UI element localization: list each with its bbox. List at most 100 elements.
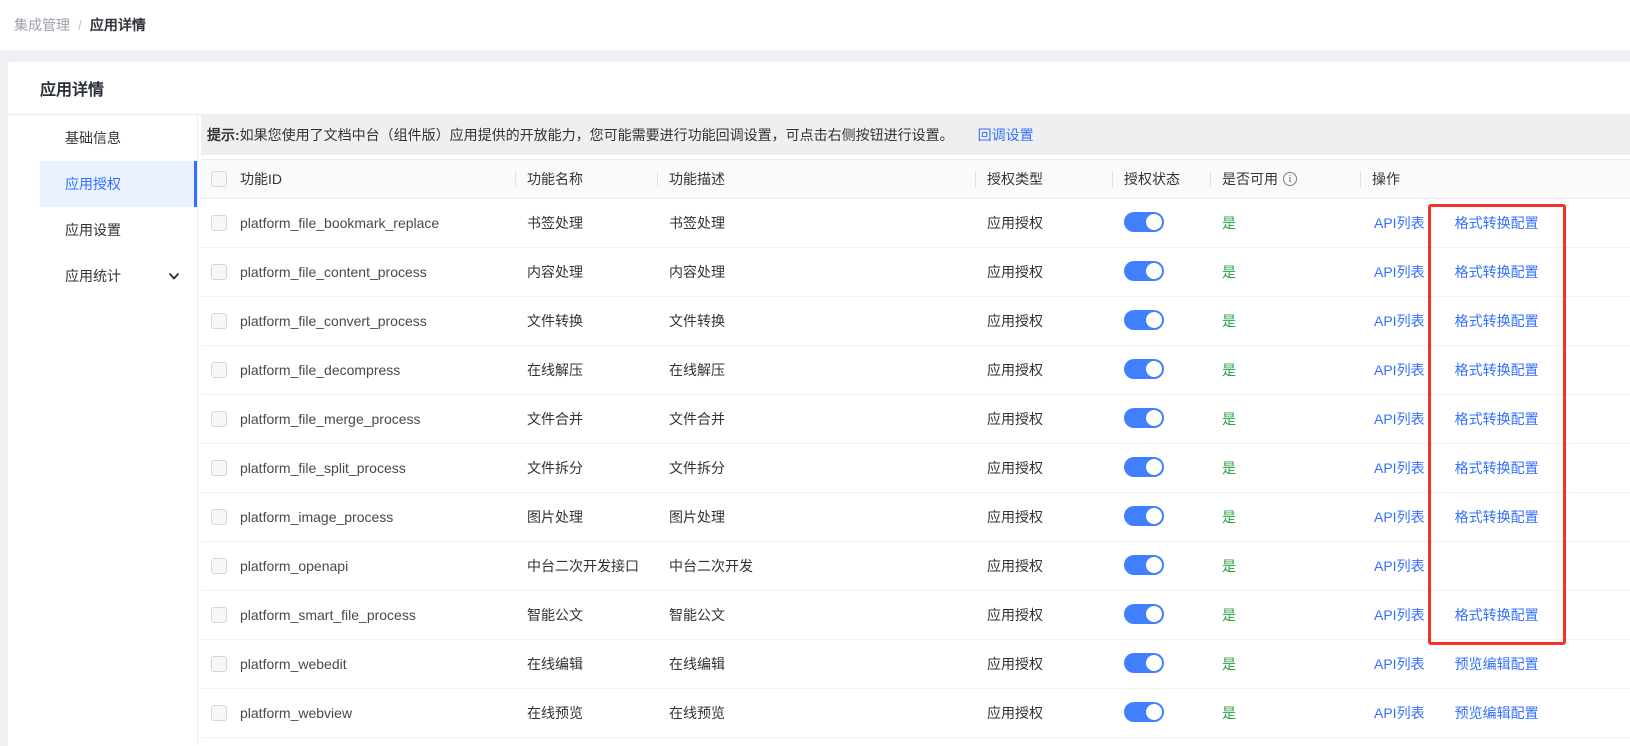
actions-cell: API列表 预览编辑配置: [1360, 654, 1630, 674]
feature-name-cell: 在线编辑: [515, 654, 657, 674]
col-header-auth-type: 授权类型: [975, 169, 1112, 189]
chevron-down-icon: [168, 270, 180, 282]
api-list-link[interactable]: API列表: [1374, 605, 1425, 625]
row-checkbox[interactable]: [211, 411, 227, 427]
auth-status-toggle[interactable]: [1124, 555, 1164, 575]
row-checkbox-cell: [201, 509, 229, 525]
config-link[interactable]: 格式转换配置: [1455, 311, 1539, 331]
feature-id-cell: platform_smart_file_process: [229, 607, 515, 623]
auth-status-cell: [1112, 702, 1210, 725]
table-row: platform_image_process 图片处理 图片处理 应用授权 是 …: [201, 493, 1630, 542]
auth-status-toggle[interactable]: [1124, 506, 1164, 526]
config-link[interactable]: 预览编辑配置: [1455, 703, 1539, 723]
feature-name-cell: 内容处理: [515, 262, 657, 282]
auth-type-cell: 应用授权: [975, 360, 1112, 380]
col-header-feature-id: 功能ID: [229, 169, 515, 189]
feature-id-cell: platform_webedit: [229, 656, 515, 672]
col-header-actions: 操作: [1360, 169, 1630, 189]
notice-text: 如果您使用了文档中台（组件版）应用提供的开放能力，您可能需要进行功能回调设置，可…: [240, 125, 954, 145]
api-list-link[interactable]: API列表: [1374, 556, 1425, 576]
app-detail-card: 应用详情 基础信息 应用授权 应用设置 应用统计 提示: 如: [8, 62, 1630, 746]
info-icon[interactable]: [1283, 172, 1297, 186]
api-list-link[interactable]: API列表: [1374, 262, 1425, 282]
feature-id-cell: platform_file_merge_process: [229, 411, 515, 427]
feature-desc-cell: 在线解压: [657, 360, 975, 380]
row-checkbox[interactable]: [211, 558, 227, 574]
row-checkbox[interactable]: [211, 264, 227, 280]
api-list-link[interactable]: API列表: [1374, 409, 1425, 429]
config-link[interactable]: 格式转换配置: [1455, 360, 1539, 380]
auth-status-toggle[interactable]: [1124, 261, 1164, 281]
row-checkbox-cell: [201, 215, 229, 231]
feature-name-cell: 文件转换: [515, 311, 657, 331]
auth-status-toggle[interactable]: [1124, 457, 1164, 477]
auth-status-toggle[interactable]: [1124, 653, 1164, 673]
sidebar-item-app-authorization[interactable]: 应用授权: [40, 161, 197, 207]
actions-cell: API列表 格式转换配置: [1360, 605, 1630, 625]
row-checkbox[interactable]: [211, 705, 227, 721]
available-cell: 是: [1210, 605, 1360, 625]
sidebar-item-label: 基础信息: [65, 128, 121, 148]
feature-id-cell: platform_file_bookmark_replace: [229, 215, 515, 231]
row-checkbox[interactable]: [211, 509, 227, 525]
col-header-feature-desc: 功能描述: [657, 169, 975, 189]
auth-type-cell: 应用授权: [975, 703, 1112, 723]
row-checkbox-cell: [201, 558, 229, 574]
row-checkbox[interactable]: [211, 362, 227, 378]
notice-bar: 提示: 如果您使用了文档中台（组件版）应用提供的开放能力，您可能需要进行功能回调…: [201, 115, 1630, 155]
feature-name-cell: 图片处理: [515, 507, 657, 527]
table-row: platform_file_merge_process 文件合并 文件合并 应用…: [201, 395, 1630, 444]
config-link[interactable]: 格式转换配置: [1455, 262, 1539, 282]
auth-status-toggle[interactable]: [1124, 702, 1164, 722]
sidebar-item-label: 应用统计: [65, 266, 121, 286]
table-body: platform_file_bookmark_replace 书签处理 书签处理…: [201, 199, 1630, 738]
row-checkbox[interactable]: [211, 215, 227, 231]
available-cell: 是: [1210, 311, 1360, 331]
breadcrumb-parent-link[interactable]: 集成管理: [14, 15, 70, 35]
config-link[interactable]: 格式转换配置: [1455, 605, 1539, 625]
sidebar-item-app-settings[interactable]: 应用设置: [40, 207, 197, 253]
row-checkbox[interactable]: [211, 607, 227, 623]
table-row: platform_openapi 中台二次开发接口 中台二次开发 应用授权 是 …: [201, 542, 1630, 591]
config-link[interactable]: 格式转换配置: [1455, 213, 1539, 233]
config-link[interactable]: 格式转换配置: [1455, 458, 1539, 478]
table-row: platform_file_decompress 在线解压 在线解压 应用授权 …: [201, 346, 1630, 395]
auth-status-toggle[interactable]: [1124, 408, 1164, 428]
feature-name-cell: 在线预览: [515, 703, 657, 723]
api-list-link[interactable]: API列表: [1374, 654, 1425, 674]
row-checkbox[interactable]: [211, 460, 227, 476]
sidebar-item-app-statistics[interactable]: 应用统计: [40, 253, 197, 299]
available-cell: 是: [1210, 458, 1360, 478]
api-list-link[interactable]: API列表: [1374, 507, 1425, 527]
available-cell: 是: [1210, 213, 1360, 233]
auth-status-cell: [1112, 653, 1210, 676]
feature-id-cell: platform_webview: [229, 705, 515, 721]
feature-id-cell: platform_file_convert_process: [229, 313, 515, 329]
feature-id-cell: platform_file_decompress: [229, 362, 515, 378]
api-list-link[interactable]: API列表: [1374, 703, 1425, 723]
api-list-link[interactable]: API列表: [1374, 458, 1425, 478]
notice-prefix: 提示:: [207, 125, 240, 145]
config-link[interactable]: 预览编辑配置: [1455, 654, 1539, 674]
feature-id-cell: platform_file_split_process: [229, 460, 515, 476]
row-checkbox[interactable]: [211, 656, 227, 672]
auth-type-cell: 应用授权: [975, 605, 1112, 625]
auth-status-toggle[interactable]: [1124, 604, 1164, 624]
available-cell: 是: [1210, 703, 1360, 723]
row-checkbox[interactable]: [211, 313, 227, 329]
auth-status-toggle[interactable]: [1124, 212, 1164, 232]
callback-settings-link[interactable]: 回调设置: [978, 125, 1034, 145]
auth-status-toggle[interactable]: [1124, 310, 1164, 330]
actions-cell: API列表 格式转换配置: [1360, 360, 1630, 380]
config-link[interactable]: 格式转换配置: [1455, 409, 1539, 429]
auth-status-toggle[interactable]: [1124, 359, 1164, 379]
config-link[interactable]: 格式转换配置: [1455, 507, 1539, 527]
auth-status-cell: [1112, 506, 1210, 529]
api-list-link[interactable]: API列表: [1374, 213, 1425, 233]
api-list-link[interactable]: API列表: [1374, 311, 1425, 331]
actions-cell: API列表: [1360, 556, 1630, 576]
sidebar-item-basic-info[interactable]: 基础信息: [40, 115, 197, 161]
api-list-link[interactable]: API列表: [1374, 360, 1425, 380]
select-all-checkbox[interactable]: [211, 171, 227, 187]
breadcrumb-separator: /: [78, 17, 82, 33]
